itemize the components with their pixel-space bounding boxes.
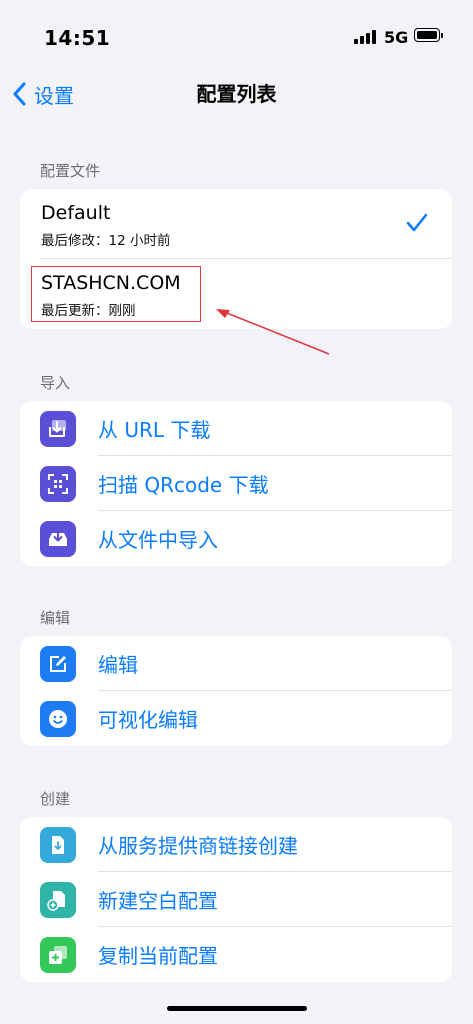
pencil-square-icon [40,645,76,682]
scan-qrcode-button[interactable]: 扫描 QRcode 下载 [20,456,452,511]
row-label: 可视化编辑 [98,708,198,732]
row-label: 从服务提供商链接创建 [98,834,298,858]
new-blank-config-button[interactable]: 新建空白配置 [20,872,452,927]
row-label: 从文件中导入 [98,528,218,552]
document-add-icon [40,881,76,918]
duplicate-current-config-button[interactable]: 复制当前配置 [20,927,452,982]
row-label: 复制当前配置 [98,944,218,968]
smiley-icon [40,700,76,737]
section-header-create: 创建 [40,790,71,808]
home-indicator [167,1006,307,1011]
edit-button[interactable]: 编辑 [20,636,452,691]
import-card: 从 URL 下载 扫描 QRcode 下载 从文件中导入 [20,401,452,566]
visual-edit-button[interactable]: 可视化编辑 [20,691,452,746]
document-download-icon [40,826,76,863]
import-from-url-button[interactable]: 从 URL 下载 [20,401,452,456]
section-header-edit: 编辑 [40,609,71,627]
row-label: 编辑 [98,653,138,677]
row-label: 从 URL 下载 [98,418,211,442]
duplicate-icon [40,936,76,973]
section-header-import: 导入 [40,374,71,392]
edit-card: 编辑 可视化编辑 [20,636,452,746]
create-from-provider-link-button[interactable]: 从服务提供商链接创建 [20,817,452,872]
create-card: 从服务提供商链接创建 新建空白配置 复制当前配置 [20,817,452,982]
download-tray-icon [40,410,76,447]
qrcode-scan-icon [40,465,76,502]
row-label: 新建空白配置 [98,889,218,913]
import-from-file-button[interactable]: 从文件中导入 [20,511,452,566]
row-label: 扫描 QRcode 下载 [98,473,269,497]
inbox-import-icon [40,520,76,557]
